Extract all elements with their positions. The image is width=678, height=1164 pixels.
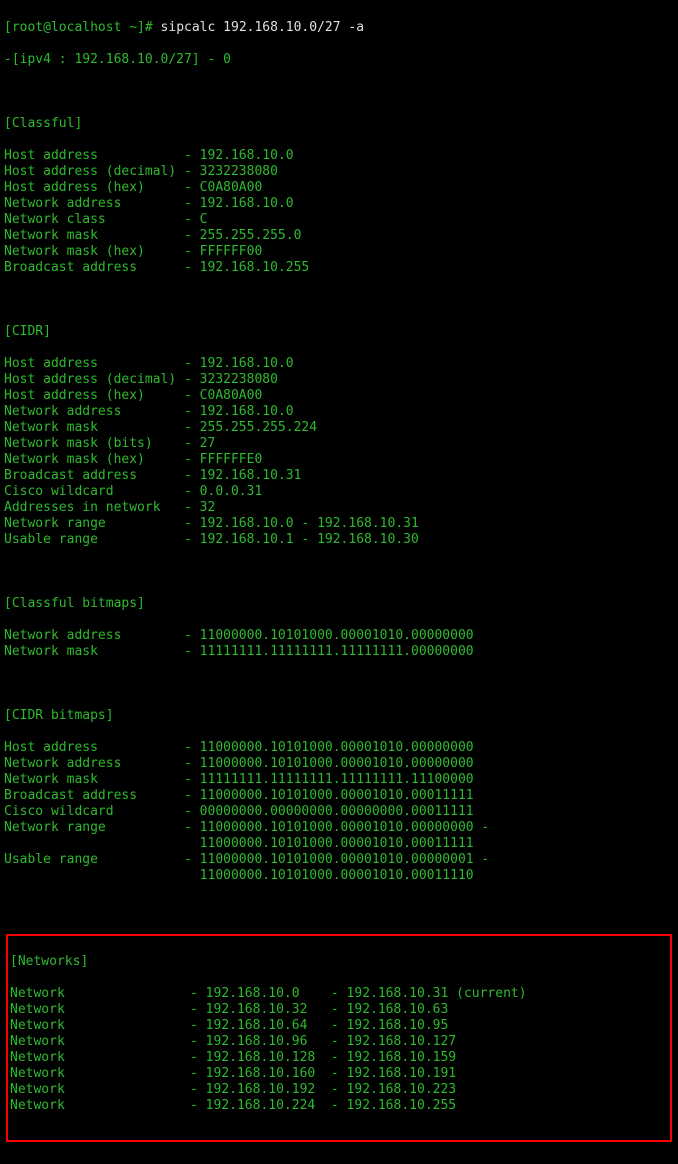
section-cidr-bitmaps-rows: Host address - 11000000.10101000.0000101…	[4, 740, 674, 884]
prompt-line[interactable]: [root@localhost ~]# sipcalc 192.168.10.0…	[4, 20, 674, 36]
output-row: Cisco wildcard - 00000000.00000000.00000…	[4, 804, 674, 820]
network-row: Network - 192.168.10.96 - 192.168.10.127	[10, 1034, 668, 1050]
output-row: Network mask (bits) - 27	[4, 436, 674, 452]
prompt-user-host: [root@localhost ~]#	[4, 20, 153, 35]
output-row: Usable range - 11000000.10101000.0000101…	[4, 852, 674, 868]
network-row: Network - 192.168.10.0 - 192.168.10.31 (…	[10, 986, 668, 1002]
network-row: Network - 192.168.10.64 - 192.168.10.95	[10, 1018, 668, 1034]
command-text: sipcalc 192.168.10.0/27 -a	[161, 20, 365, 35]
output-row: Broadcast address - 192.168.10.31	[4, 468, 674, 484]
network-row: Network - 192.168.10.32 - 192.168.10.63	[10, 1002, 668, 1018]
section-title-cidr-bitmaps: [CIDR bitmaps]	[4, 708, 674, 724]
output-row: Network address - 11000000.10101000.0000…	[4, 756, 674, 772]
section-classful-rows: Host address - 192.168.10.0Host address …	[4, 148, 674, 276]
section-title-networks: [Networks]	[10, 954, 668, 970]
section-classful-bitmaps-rows: Network address - 11000000.10101000.0000…	[4, 628, 674, 660]
output-row: Cisco wildcard - 0.0.0.31	[4, 484, 674, 500]
output-row: Network mask - 11111111.11111111.1111111…	[4, 644, 674, 660]
output-row: Host address - 192.168.10.0	[4, 356, 674, 372]
output-row: Network address - 192.168.10.0	[4, 404, 674, 420]
network-row: Network - 192.168.10.192 - 192.168.10.22…	[10, 1082, 668, 1098]
output-row: Addresses in network - 32	[4, 500, 674, 516]
output-row: Network address - 11000000.10101000.0000…	[4, 628, 674, 644]
section-title-cidr: [CIDR]	[4, 324, 674, 340]
output-row: Network address - 192.168.10.0	[4, 196, 674, 212]
output-row: Host address (hex) - C0A80A00	[4, 180, 674, 196]
section-title-classful-bitmaps: [Classful bitmaps]	[4, 596, 674, 612]
network-row: Network - 192.168.10.224 - 192.168.10.25…	[10, 1098, 668, 1114]
section-networks-rows: Network - 192.168.10.0 - 192.168.10.31 (…	[10, 986, 668, 1114]
terminal-output: [root@localhost ~]# sipcalc 192.168.10.0…	[0, 0, 678, 1164]
output-row: Network range - 11000000.10101000.000010…	[4, 820, 674, 836]
output-row: Host address (decimal) - 3232238080	[4, 372, 674, 388]
output-row: Network mask - 255.255.255.0	[4, 228, 674, 244]
section-cidr-rows: Host address - 192.168.10.0Host address …	[4, 356, 674, 548]
output-row: Host address (decimal) - 3232238080	[4, 164, 674, 180]
output-row: Network class - C	[4, 212, 674, 228]
output-row: Host address - 11000000.10101000.0000101…	[4, 740, 674, 756]
output-row: Broadcast address - 11000000.10101000.00…	[4, 788, 674, 804]
output-row: Broadcast address - 192.168.10.255	[4, 260, 674, 276]
output-row: Host address (hex) - C0A80A00	[4, 388, 674, 404]
output-row: Network mask (hex) - FFFFFF00	[4, 244, 674, 260]
output-row: Network range - 192.168.10.0 - 192.168.1…	[4, 516, 674, 532]
section-title-classful: [Classful]	[4, 116, 674, 132]
output-row: Host address - 192.168.10.0	[4, 148, 674, 164]
network-row: Network - 192.168.10.128 - 192.168.10.15…	[10, 1050, 668, 1066]
network-row: Network - 192.168.10.160 - 192.168.10.19…	[10, 1066, 668, 1082]
output-row: 11000000.10101000.00001010.00011110	[4, 868, 674, 884]
output-header: -[ipv4 : 192.168.10.0/27] - 0	[4, 52, 674, 68]
output-row: Network mask (hex) - FFFFFFE0	[4, 452, 674, 468]
networks-highlight-box: [Networks] Network - 192.168.10.0 - 192.…	[6, 934, 672, 1142]
output-row: Network mask - 11111111.11111111.1111111…	[4, 772, 674, 788]
output-row: Usable range - 192.168.10.1 - 192.168.10…	[4, 532, 674, 548]
output-row: 11000000.10101000.00001010.00011111	[4, 836, 674, 852]
output-row: Network mask - 255.255.255.224	[4, 420, 674, 436]
